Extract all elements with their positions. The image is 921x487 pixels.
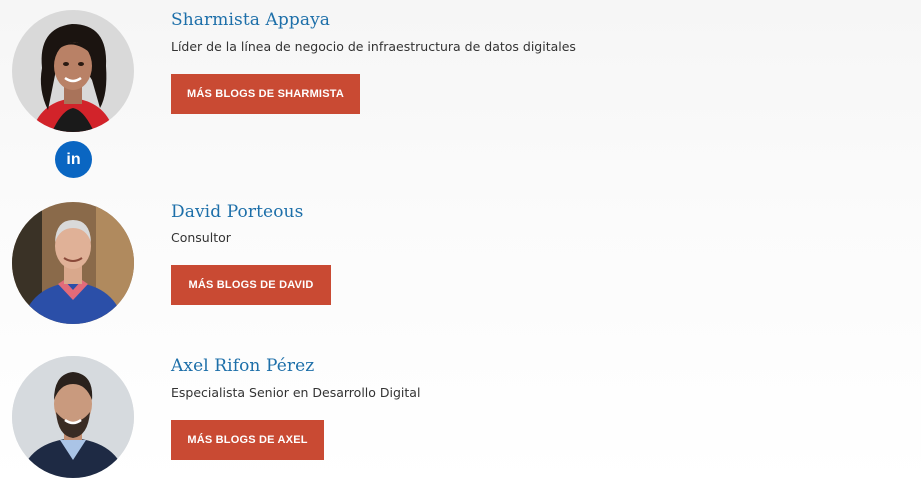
more-blogs-sharmista-button[interactable]: MÁS BLOGS DE SHARMISTA (171, 74, 360, 114)
linkedin-label: in (66, 150, 81, 168)
author-photo-sharmista (12, 10, 134, 132)
author-role-axel: Especialista Senior en Desarrollo Digita… (171, 385, 421, 400)
author-list: in Sharmista Appaya Líder de la línea de… (0, 0, 921, 487)
more-blogs-axel-button[interactable]: MÁS BLOGS DE AXEL (171, 420, 324, 460)
author-name-sharmista[interactable]: Sharmista Appaya (171, 10, 330, 30)
linkedin-icon[interactable]: in (55, 141, 92, 178)
more-blogs-david-button[interactable]: MÁS BLOGS DE DAVID (171, 265, 331, 305)
author-role-david: Consultor (171, 230, 231, 245)
author-name-david[interactable]: David Porteous (171, 202, 303, 222)
author-photo-axel (12, 356, 134, 478)
author-photo-david (12, 202, 134, 324)
author-role-sharmista: Líder de la línea de negocio de infraest… (171, 39, 576, 54)
author-name-axel[interactable]: Axel Rifon Pérez (171, 356, 314, 376)
